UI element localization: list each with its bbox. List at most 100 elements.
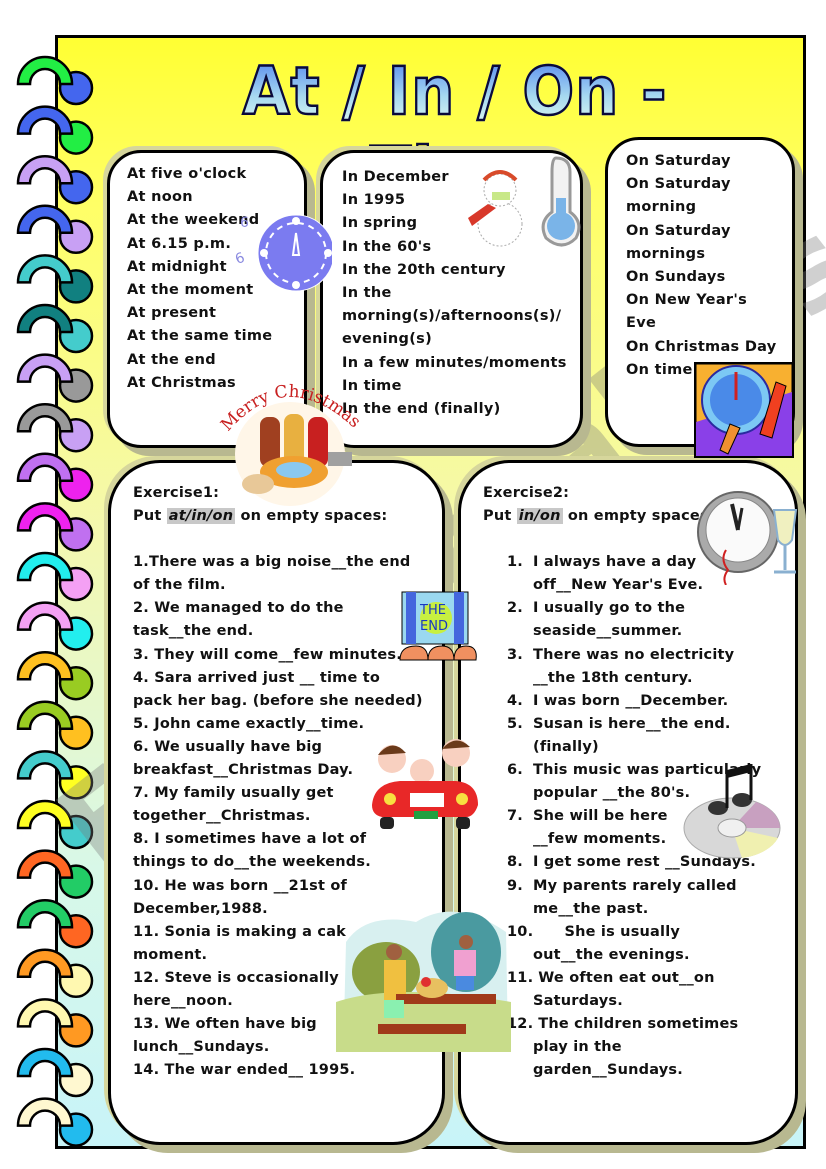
midnight-champagne-icon bbox=[697, 491, 798, 585]
question-number: 3. bbox=[507, 646, 523, 663]
the-end-text-2: END bbox=[420, 619, 448, 634]
question-text: I usually go to the bbox=[533, 600, 686, 617]
spiral-ring bbox=[16, 1047, 94, 1098]
question-text: She is usually bbox=[533, 923, 681, 940]
exercise2-question: 10. She is usually out__the evenings. bbox=[483, 921, 783, 967]
svg-text:6: 6 bbox=[233, 250, 247, 268]
question-text: I was born __December. bbox=[533, 692, 729, 709]
question-number: 9. bbox=[507, 877, 523, 894]
exercise2-question: 4. I was born __December. bbox=[483, 690, 783, 713]
on-item: On New Year's bbox=[626, 292, 748, 309]
exercise1-question-line: 2. We managed to do the bbox=[133, 600, 344, 617]
question-text: __the 18th century. bbox=[533, 669, 693, 686]
exercise1-question-line: 14. The war ended__ 1995. bbox=[133, 1062, 356, 1079]
spiral-ring bbox=[16, 105, 94, 155]
in-item: In time bbox=[342, 377, 402, 394]
exercise1-question-line: things to do__the weekends. bbox=[133, 854, 371, 871]
in-item: In a few minutes/moments bbox=[342, 354, 567, 371]
nativity-christmas-icon: Merry Christmas bbox=[218, 382, 364, 506]
on-item: On Christmas Day bbox=[626, 338, 777, 355]
spiral-ring bbox=[16, 799, 94, 850]
spiral-ring bbox=[16, 700, 94, 751]
spiral-ring bbox=[16, 849, 94, 899]
question-text: (finally) bbox=[533, 738, 599, 755]
on-item: On Sundays bbox=[626, 269, 726, 286]
question-number: 4. bbox=[507, 692, 523, 709]
spiral-ring bbox=[16, 303, 94, 354]
question-text: __few moments. bbox=[533, 831, 667, 848]
exercise2-question: 9. My parents rarely called me__the past. bbox=[483, 875, 783, 921]
spiral-ring bbox=[16, 402, 94, 453]
question-number: 7. bbox=[507, 808, 523, 825]
in-item: In the 20th century bbox=[342, 261, 506, 278]
question-text: off__New Year's Eve. bbox=[533, 577, 704, 594]
question-text: garden__Sundays. bbox=[533, 1062, 683, 1079]
exercise2-question: 2. I usually go to the seaside__summer. bbox=[483, 597, 783, 643]
exercise1-question-line: task__the end. bbox=[133, 623, 254, 640]
exercise2-question: 3. There was no electricity __the 18th cen… bbox=[483, 644, 783, 690]
at-item: At the same time bbox=[127, 328, 273, 345]
exercise1-instruction: Put at/in/on on empty spaces: bbox=[133, 505, 433, 528]
instruction-highlight: in/on bbox=[516, 508, 563, 525]
instruction-suffix: on empty spaces bbox=[562, 508, 709, 525]
on-usage-list: On Saturday On Saturday morning On Saturday… bbox=[626, 150, 786, 382]
spiral-ring bbox=[16, 948, 94, 999]
the-end-movie-icon: THE END bbox=[399, 591, 477, 661]
spiral-ring bbox=[16, 353, 94, 403]
spiral-ring bbox=[16, 452, 94, 503]
spiral-ring bbox=[16, 750, 94, 800]
new-year-clock-icon bbox=[694, 362, 794, 458]
on-item: On Saturday bbox=[626, 153, 731, 169]
question-text: Susan is here__the end. bbox=[533, 715, 731, 732]
spiral-ring bbox=[16, 254, 94, 304]
question-text: play in the bbox=[533, 1039, 622, 1056]
exercise1-question-line: 4. Sara arrived just __ time to bbox=[133, 669, 381, 686]
exercise2-question: 5. Susan is here__the end. (finally) bbox=[483, 713, 783, 759]
spiral-ring bbox=[16, 55, 94, 106]
in-item: In the end (finally) bbox=[342, 401, 501, 418]
instruction-prefix: Put bbox=[133, 508, 167, 525]
on-item: On Saturday bbox=[626, 176, 731, 193]
spiral-ring bbox=[16, 502, 94, 552]
in-item: evening(s) bbox=[342, 331, 432, 348]
exercise1-question-line: 5. John came exactly__time. bbox=[133, 715, 365, 732]
question-number: 6. bbox=[507, 762, 523, 779]
question-text: She will be here bbox=[533, 808, 668, 825]
on-item: morning bbox=[626, 199, 697, 216]
on-item: Eve bbox=[626, 315, 657, 332]
page-title: At / In / On - Time bbox=[165, 52, 745, 212]
in-item: In the bbox=[342, 285, 392, 302]
music-cd-icon bbox=[683, 764, 781, 859]
question-text: There was no electricity bbox=[533, 646, 735, 663]
spiral-ring bbox=[16, 650, 94, 701]
question-number: 8. bbox=[507, 854, 523, 871]
on-item: On Saturday bbox=[626, 222, 731, 239]
at-item: At the end bbox=[127, 351, 216, 368]
instruction-highlight: at/in/on bbox=[166, 508, 236, 525]
exercise1-question-line: of the film. bbox=[133, 577, 226, 594]
spiral-ring bbox=[16, 1097, 94, 1147]
picnic-icon bbox=[336, 911, 511, 1052]
exercise1-question-line: 1.There was a big noise__the end bbox=[133, 554, 411, 571]
question-text: The children sometimes bbox=[533, 1016, 739, 1033]
instruction-prefix: Put bbox=[483, 508, 517, 525]
spiral-ring bbox=[16, 154, 94, 205]
question-text: Saturdays. bbox=[533, 992, 623, 1009]
question-number: 5. bbox=[507, 715, 523, 732]
in-item: morning(s)/afternoons(s)/ bbox=[342, 308, 562, 325]
exercise1-question-line: 10. He was born __21st of bbox=[133, 877, 348, 894]
question-text: seaside__summer. bbox=[533, 623, 683, 640]
question-text: I always have a day bbox=[533, 554, 697, 571]
spiral-binding bbox=[16, 55, 94, 1147]
spiral-ring bbox=[16, 898, 94, 949]
instruction-suffix: on empty spaces: bbox=[235, 508, 388, 525]
the-end-text-1: THE bbox=[419, 603, 446, 618]
spiral-ring bbox=[16, 551, 94, 602]
spiral-ring bbox=[16, 998, 94, 1048]
on-item: mornings bbox=[626, 245, 706, 262]
question-number: 1. bbox=[507, 554, 523, 571]
spiral-ring bbox=[16, 204, 94, 255]
exercise1-question-line: pack her bag. (before she needed) bbox=[133, 692, 423, 709]
question-text: out__the evenings. bbox=[533, 946, 690, 963]
spiral-ring bbox=[16, 601, 94, 651]
